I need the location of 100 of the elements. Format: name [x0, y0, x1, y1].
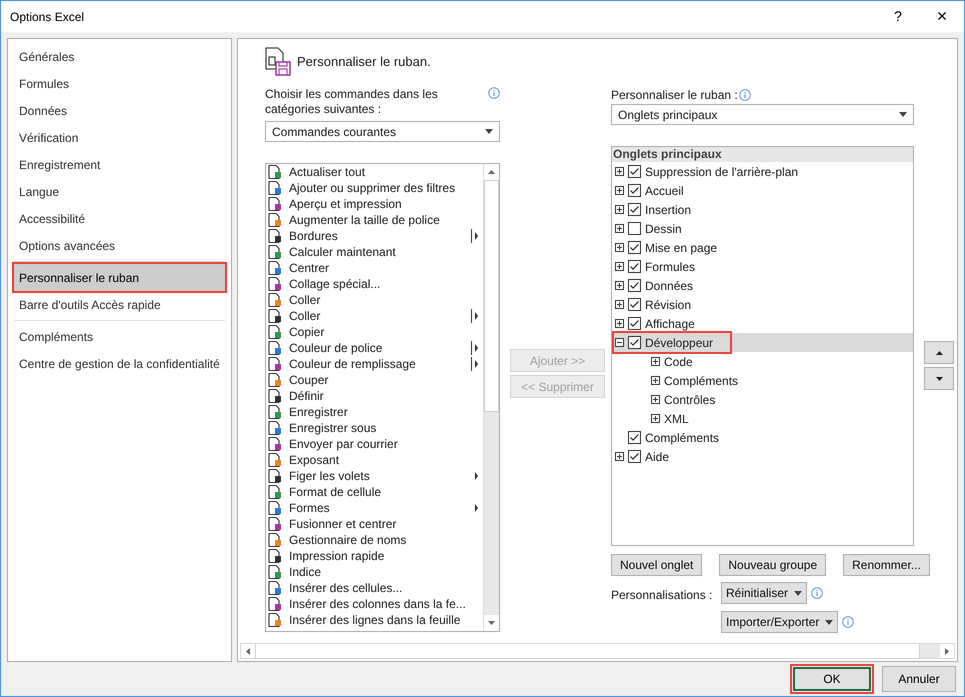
sidebar-item[interactable]: Langue: [14, 178, 225, 205]
checkbox[interactable]: [628, 203, 641, 216]
sidebar-item[interactable]: Vérification: [14, 124, 225, 151]
command-item[interactable]: Impression rapide: [267, 548, 483, 564]
expand-icon[interactable]: [615, 319, 624, 328]
command-item[interactable]: Format de cellule: [267, 484, 483, 500]
tree-item[interactable]: Mise en page: [612, 238, 913, 257]
tree-item[interactable]: Accueil: [612, 181, 913, 200]
expand-icon[interactable]: [651, 395, 660, 404]
import-export-dropdown-button[interactable]: Importer/Exporter: [721, 611, 838, 633]
sidebar-item[interactable]: Options avancées: [14, 232, 225, 259]
expand-icon[interactable]: [615, 205, 624, 214]
expand-icon[interactable]: [615, 243, 624, 252]
tree-item[interactable]: Révision: [612, 295, 913, 314]
move-down-button[interactable]: [924, 367, 954, 390]
commands-dropdown[interactable]: Commandes courantes: [265, 121, 500, 142]
help-button[interactable]: ?: [876, 1, 920, 32]
expand-icon[interactable]: [615, 281, 624, 290]
collapse-icon[interactable]: [615, 338, 624, 347]
command-item[interactable]: Enregistrer: [267, 404, 483, 420]
checkbox[interactable]: [628, 165, 641, 178]
tree-item[interactable]: Compléments: [612, 371, 913, 390]
command-item[interactable]: Coller: [267, 308, 483, 324]
ribbon-dropdown[interactable]: Onglets principaux: [611, 104, 914, 125]
tree-item[interactable]: Contrôles: [612, 390, 913, 409]
command-item[interactable]: Centrer: [267, 260, 483, 276]
sidebar-item[interactable]: Enregistrement: [14, 151, 225, 178]
checkbox[interactable]: [628, 184, 641, 197]
tree-item[interactable]: Compléments: [612, 428, 913, 447]
sidebar-item[interactable]: Compléments: [14, 323, 225, 350]
sidebar-item[interactable]: Accessibilité: [14, 205, 225, 232]
expand-icon[interactable]: [615, 224, 624, 233]
move-up-button[interactable]: [924, 341, 954, 364]
expand-icon[interactable]: [651, 357, 660, 366]
checkbox[interactable]: [628, 298, 641, 311]
tree-item[interactable]: XML: [612, 409, 913, 428]
expand-icon[interactable]: [615, 167, 624, 176]
command-item[interactable]: Bordures: [267, 228, 483, 244]
command-item[interactable]: Augmenter la taille de police: [267, 212, 483, 228]
command-item[interactable]: Envoyer par courrier: [267, 436, 483, 452]
sidebar-item[interactable]: Données: [14, 97, 225, 124]
checkbox[interactable]: [628, 317, 641, 330]
expand-icon[interactable]: [651, 414, 660, 423]
tree-item[interactable]: Insertion: [612, 200, 913, 219]
command-item[interactable]: Couleur de police: [267, 340, 483, 356]
expand-icon[interactable]: [651, 376, 660, 385]
command-item[interactable]: Calculer maintenant: [267, 244, 483, 260]
command-item[interactable]: Formes: [267, 500, 483, 516]
tree-item[interactable]: Aide: [612, 447, 913, 466]
sidebar-item[interactable]: Barre d'outils Accès rapide: [14, 291, 225, 318]
command-item[interactable]: Ajouter ou supprimer des filtres: [267, 180, 483, 196]
tree-item[interactable]: Code: [612, 352, 913, 371]
sidebar-item[interactable]: Personnaliser le ruban: [14, 264, 225, 291]
checkbox[interactable]: [628, 279, 641, 292]
checkbox[interactable]: [628, 431, 641, 444]
command-item[interactable]: Indice: [267, 564, 483, 580]
tree-item[interactable]: Développeur: [612, 333, 913, 352]
tree-action-button[interactable]: Nouveau groupe: [719, 554, 826, 576]
command-item[interactable]: Coller: [267, 292, 483, 308]
command-item[interactable]: Collage spécial...: [267, 276, 483, 292]
vertical-scrollbar[interactable]: [483, 164, 499, 631]
command-item[interactable]: Définir: [267, 388, 483, 404]
tree-action-button[interactable]: Nouvel onglet: [611, 554, 702, 576]
expand-icon[interactable]: [615, 262, 624, 271]
command-item[interactable]: Exposant: [267, 452, 483, 468]
command-item[interactable]: Insérer des lignes dans la feuille: [267, 612, 483, 628]
command-item[interactable]: Couleur de remplissage: [267, 356, 483, 372]
checkbox[interactable]: [628, 260, 641, 273]
command-item[interactable]: Copier: [267, 324, 483, 340]
tree-item[interactable]: Données: [612, 276, 913, 295]
cancel-button[interactable]: Annuler: [880, 664, 958, 694]
command-item[interactable]: Gestionnaire de noms: [267, 532, 483, 548]
scroll-thumb[interactable]: [255, 644, 920, 658]
checkbox[interactable]: [628, 450, 641, 463]
command-item[interactable]: Insérer des colonnes dans la fe...: [267, 596, 483, 612]
command-item[interactable]: Insérer des cellules...: [267, 580, 483, 596]
sidebar-item[interactable]: Générales: [14, 43, 225, 70]
command-item[interactable]: Fusionner et centrer: [267, 516, 483, 532]
checkbox[interactable]: [628, 222, 641, 235]
tree-action-button[interactable]: Renommer...: [843, 554, 930, 576]
horizontal-scrollbar[interactable]: [240, 643, 955, 659]
scroll-thumb[interactable]: [484, 180, 499, 412]
close-button[interactable]: ×: [920, 1, 964, 32]
command-item[interactable]: Actualiser tout: [267, 164, 483, 180]
expand-icon[interactable]: [615, 452, 624, 461]
expand-icon[interactable]: [615, 300, 624, 309]
command-item[interactable]: Aperçu et impression: [267, 196, 483, 212]
ok-button[interactable]: OK: [790, 664, 874, 694]
tree-item[interactable]: Affichage: [612, 314, 913, 333]
command-item[interactable]: Enregistrer sous: [267, 420, 483, 436]
checkbox[interactable]: [628, 241, 641, 254]
command-item[interactable]: Figer les volets: [267, 468, 483, 484]
tree-item[interactable]: Dessin: [612, 219, 913, 238]
tree-item[interactable]: Formules: [612, 257, 913, 276]
checkbox[interactable]: [628, 336, 641, 349]
sidebar-item[interactable]: Centre de gestion de la confidentialité: [14, 350, 225, 377]
expand-icon[interactable]: [615, 186, 624, 195]
tree-item[interactable]: Suppression de l'arrière-plan: [612, 162, 913, 181]
sidebar-item[interactable]: Formules: [14, 70, 225, 97]
command-item[interactable]: Couper: [267, 372, 483, 388]
